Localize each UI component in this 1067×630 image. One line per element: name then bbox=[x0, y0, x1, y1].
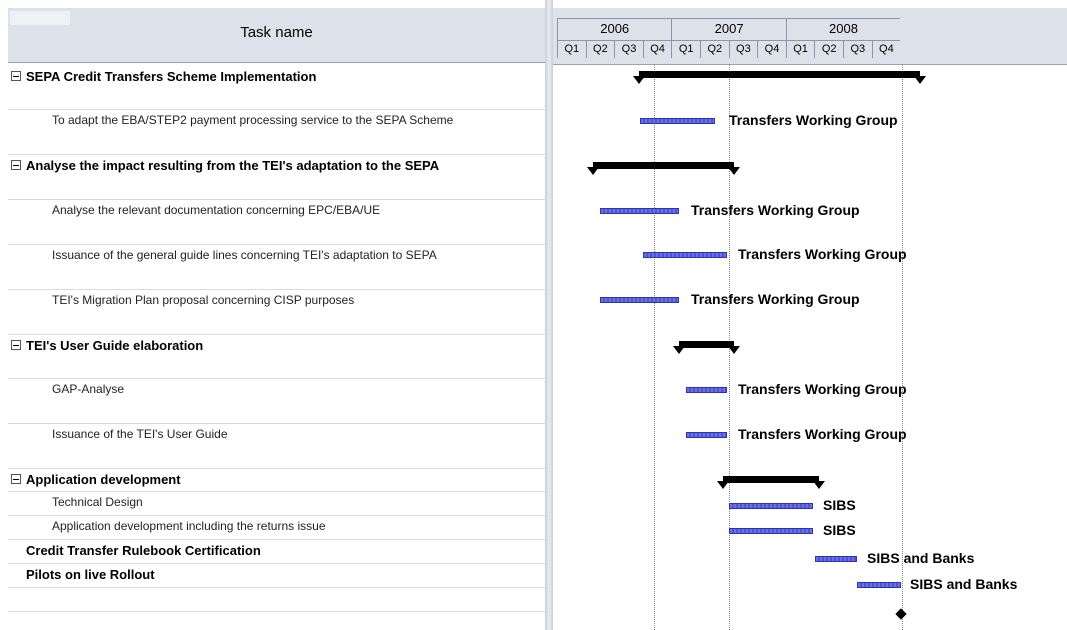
resource-label: Transfers Working Group bbox=[691, 202, 860, 218]
task-row[interactable]: SEPA Credit Transfers Scheme Implementat… bbox=[8, 66, 545, 110]
timescale-quarter: Q2 bbox=[814, 40, 843, 58]
task-row[interactable]: Application development bbox=[8, 469, 545, 492]
summary-bar-start-cap bbox=[633, 76, 645, 84]
task-row[interactable]: Issuance of the general guide lines conc… bbox=[8, 245, 545, 290]
task-name: Technical Design bbox=[52, 495, 143, 509]
task-name: Application development bbox=[26, 472, 181, 487]
summary-bar-end-cap bbox=[813, 481, 825, 489]
summary-bar[interactable] bbox=[723, 476, 819, 483]
select-all-corner[interactable] bbox=[10, 11, 70, 25]
resource-label: SIBS and Banks bbox=[910, 576, 1018, 592]
task-table-header: Task name bbox=[8, 8, 545, 63]
gantt-chart: 2006 2007 2008 Q1 Q2 Q3 Q4 Q1 Q2 Q3 Q4 Q1 Q2 Q3 Q4 Tra… bbox=[553, 0, 1067, 630]
collapse-toggle-icon[interactable] bbox=[11, 160, 21, 170]
resource-label: Transfers Working Group bbox=[729, 112, 898, 128]
resource-label: Transfers Working Group bbox=[738, 426, 907, 442]
task-row[interactable]: Issuance of the TEI's User Guide bbox=[8, 424, 545, 469]
task-table: Task name SEPA Credit Transfers Scheme I… bbox=[0, 0, 545, 630]
task-bar[interactable] bbox=[643, 252, 727, 258]
task-name: Issuance of the general guide lines conc… bbox=[52, 248, 437, 262]
task-bar[interactable] bbox=[600, 208, 679, 214]
task-name: Application development including the re… bbox=[52, 519, 326, 533]
task-bar[interactable] bbox=[640, 118, 715, 124]
collapse-toggle-icon[interactable] bbox=[11, 71, 21, 81]
timescale-quarter: Q1 bbox=[671, 40, 700, 58]
timescale-quarter: Q2 bbox=[585, 40, 615, 58]
summary-bar-end-cap bbox=[728, 167, 740, 175]
summary-bar-start-cap bbox=[673, 346, 685, 354]
timescale-quarter: Q2 bbox=[700, 40, 729, 58]
task-name: SEPA Credit Transfers Scheme Implementat… bbox=[26, 69, 317, 84]
resource-label: Transfers Working Group bbox=[691, 291, 860, 307]
summary-bar-start-cap bbox=[717, 481, 729, 489]
task-bar[interactable] bbox=[686, 432, 727, 438]
task-name: Credit Transfer Rulebook Certification bbox=[26, 543, 261, 558]
task-row[interactable]: Analyse the impact resulting from the TE… bbox=[8, 155, 545, 200]
task-name: TEI's Migration Plan proposal concerning… bbox=[52, 293, 355, 307]
timescale-year: 2007 bbox=[671, 18, 786, 40]
task-name-column-header[interactable]: Task name bbox=[8, 24, 545, 41]
timescale-quarter: Q4 bbox=[871, 40, 901, 58]
task-row[interactable]: Application development including the re… bbox=[8, 516, 545, 540]
resource-label: SIBS and Banks bbox=[867, 550, 975, 566]
summary-bar-end-cap bbox=[728, 346, 740, 354]
timescale-year: 2006 bbox=[557, 18, 672, 40]
collapse-toggle-icon[interactable] bbox=[11, 340, 21, 350]
task-row[interactable]: TEI's User Guide elaboration bbox=[8, 335, 545, 379]
task-row[interactable]: GAP-Analyse bbox=[8, 379, 545, 424]
timescale-quarter: Q4 bbox=[757, 40, 786, 58]
task-name: Pilots on live Rollout bbox=[26, 567, 155, 582]
task-row[interactable] bbox=[8, 588, 545, 612]
summary-bar[interactable] bbox=[639, 71, 920, 78]
timescale-quarter: Q1 bbox=[785, 40, 815, 58]
timescale-year: 2008 bbox=[785, 18, 901, 40]
task-name: Analyse the impact resulting from the TE… bbox=[26, 158, 440, 173]
task-name: Analyse the relevant documentation conce… bbox=[52, 203, 381, 217]
collapse-toggle-icon[interactable] bbox=[11, 474, 21, 484]
task-row[interactable]: TEI's Migration Plan proposal concerning… bbox=[8, 290, 545, 335]
resource-label: SIBS bbox=[823, 497, 856, 513]
summary-bar-start-cap bbox=[587, 167, 599, 175]
milestone-diamond[interactable] bbox=[895, 608, 907, 620]
pane-splitter[interactable] bbox=[545, 0, 553, 630]
task-name: TEI's User Guide elaboration bbox=[26, 338, 204, 353]
resource-label: SIBS bbox=[823, 522, 856, 538]
summary-bar[interactable] bbox=[679, 341, 734, 348]
task-name: Issuance of the TEI's User Guide bbox=[52, 427, 228, 441]
gantt-view: Task name SEPA Credit Transfers Scheme I… bbox=[0, 0, 1067, 630]
task-bar[interactable] bbox=[729, 528, 813, 534]
task-row[interactable]: Pilots on live Rollout bbox=[8, 564, 545, 588]
timescale-quarter: Q3 bbox=[843, 40, 872, 58]
task-bar[interactable] bbox=[729, 503, 813, 509]
task-name: To adapt the EBA/STEP2 payment processin… bbox=[52, 113, 454, 127]
task-bar[interactable] bbox=[857, 582, 901, 588]
task-row[interactable]: Technical Design bbox=[8, 492, 545, 516]
task-bar[interactable] bbox=[686, 387, 727, 393]
task-row[interactable]: Credit Transfer Rulebook Certification bbox=[8, 540, 545, 564]
resource-label: Transfers Working Group bbox=[738, 381, 907, 397]
summary-bar-end-cap bbox=[914, 76, 926, 84]
gridline bbox=[654, 64, 655, 630]
gridline bbox=[902, 64, 903, 630]
task-bar[interactable] bbox=[815, 556, 857, 562]
timescale-quarter: Q4 bbox=[642, 40, 672, 58]
timescale-quarter: Q3 bbox=[728, 40, 758, 58]
task-name: GAP-Analyse bbox=[52, 382, 125, 396]
resource-label: Transfers Working Group bbox=[738, 246, 907, 262]
timescale-quarter: Q3 bbox=[614, 40, 643, 58]
task-row[interactable]: To adapt the EBA/STEP2 payment processin… bbox=[8, 110, 545, 155]
summary-bar[interactable] bbox=[593, 162, 734, 169]
task-row[interactable]: Analyse the relevant documentation conce… bbox=[8, 200, 545, 245]
task-bar[interactable] bbox=[600, 297, 679, 303]
timescale-quarter: Q1 bbox=[557, 40, 586, 58]
